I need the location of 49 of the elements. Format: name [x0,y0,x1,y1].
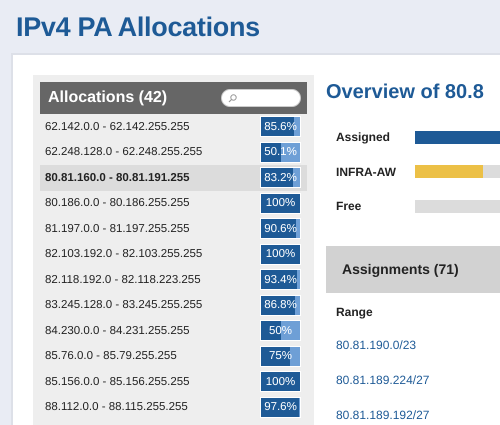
usage-percent: 85.6% [264,120,297,133]
bar-label: Free [336,199,362,214]
usage-percent: 100% [266,376,296,388]
allocation-row[interactable]: 82.118.192.0 - 82.118.223.255 93.4% [40,267,307,292]
allocation-row[interactable]: 84.230.0.0 - 84.231.255.255 50% [40,318,307,344]
allocations-title: Allocations (42) [48,89,168,107]
usage-percent: 90.6% [264,222,297,235]
allocation-range: 83.245.128.0 - 83.245.255.255 [45,299,202,312]
column-header: Range [335,304,374,320]
allocation-row[interactable]: 62.248.128.0 - 62.248.255.255 50.1% [40,140,307,165]
allocation-range: 88.112.0.0 - 88.115.255.255 [45,401,188,414]
allocation-row[interactable]: 80.186.0.0 - 80.186.255.255 100% [40,190,307,216]
range-link[interactable]: 80.81.189.192/27 [326,398,500,425]
allocation-range: 85.76.0.0 - 85.79.255.255 [45,350,177,362]
allocation-range: 82.103.192.0 - 82.103.255.255 [45,248,202,260]
usage-percent: 97.6% [264,401,297,414]
bar-label: INFRA-AW [336,164,397,179]
allocation-row[interactable]: 88.112.0.0 - 88.115.255.255 97.6% [40,394,307,420]
bar-label: Assigned [336,130,392,144]
allocation-row[interactable]: 83.245.128.0 - 83.245.255.255 86.8% [40,292,307,318]
allocation-row[interactable]: 82.103.192.0 - 82.103.255.255 100% [40,242,307,267]
allocation-range: 80.81.160.0 - 80.81.191.255 [45,172,190,184]
allocation-row[interactable]: 62.142.0.0 - 62.142.255.255 85.6% [40,114,307,140]
allocation-range: 84.230.0.0 - 84.231.255.255 [45,324,190,337]
search-icon [228,94,237,102]
allocation-range: 62.248.128.0 - 62.248.255.255 [45,146,202,158]
allocation-range: 80.186.0.0 - 80.186.255.255 [45,197,190,210]
usage-percent: 75% [268,350,292,362]
usage-percent: 83.2% [264,172,297,184]
allocation-range: 82.118.192.0 - 82.118.223.255 [45,274,201,286]
usage-percent: 50.1% [264,146,297,158]
allocation-row[interactable]: 81.197.0.0 - 81.197.255.255 90.6% [40,216,307,242]
overview-title: Overview of 80.8 [326,81,485,104]
search-field[interactable] [221,89,301,107]
allocation-row[interactable]: 80.81.160.0 - 80.81.191.255 83.2% [40,165,307,190]
usage-percent: 93.4% [264,274,297,286]
assignments-title: Assignments (71) [342,261,459,277]
usage-percent: 100% [266,248,296,260]
allocation-range: 81.197.0.0 - 81.197.255.255 [45,222,190,235]
allocation-row[interactable]: 85.76.0.0 - 85.79.255.255 75% [40,344,307,369]
allocation-row[interactable]: 85.156.0.0 - 85.156.255.255 100% [40,369,307,394]
usage-percent: 50% [268,324,292,337]
range-link[interactable]: 80.81.189.224/27 [326,362,500,398]
range-link[interactable]: 80.81.190.0/23 [326,328,500,362]
allocation-range: 62.142.0.0 - 62.142.255.255 [45,120,190,133]
usage-percent: 86.8% [264,299,297,312]
allocation-range: 85.156.0.0 - 85.156.255.255 [45,376,190,388]
usage-percent: 100% [266,197,296,210]
page-title: IPv4 PA Allocations [15,11,261,44]
